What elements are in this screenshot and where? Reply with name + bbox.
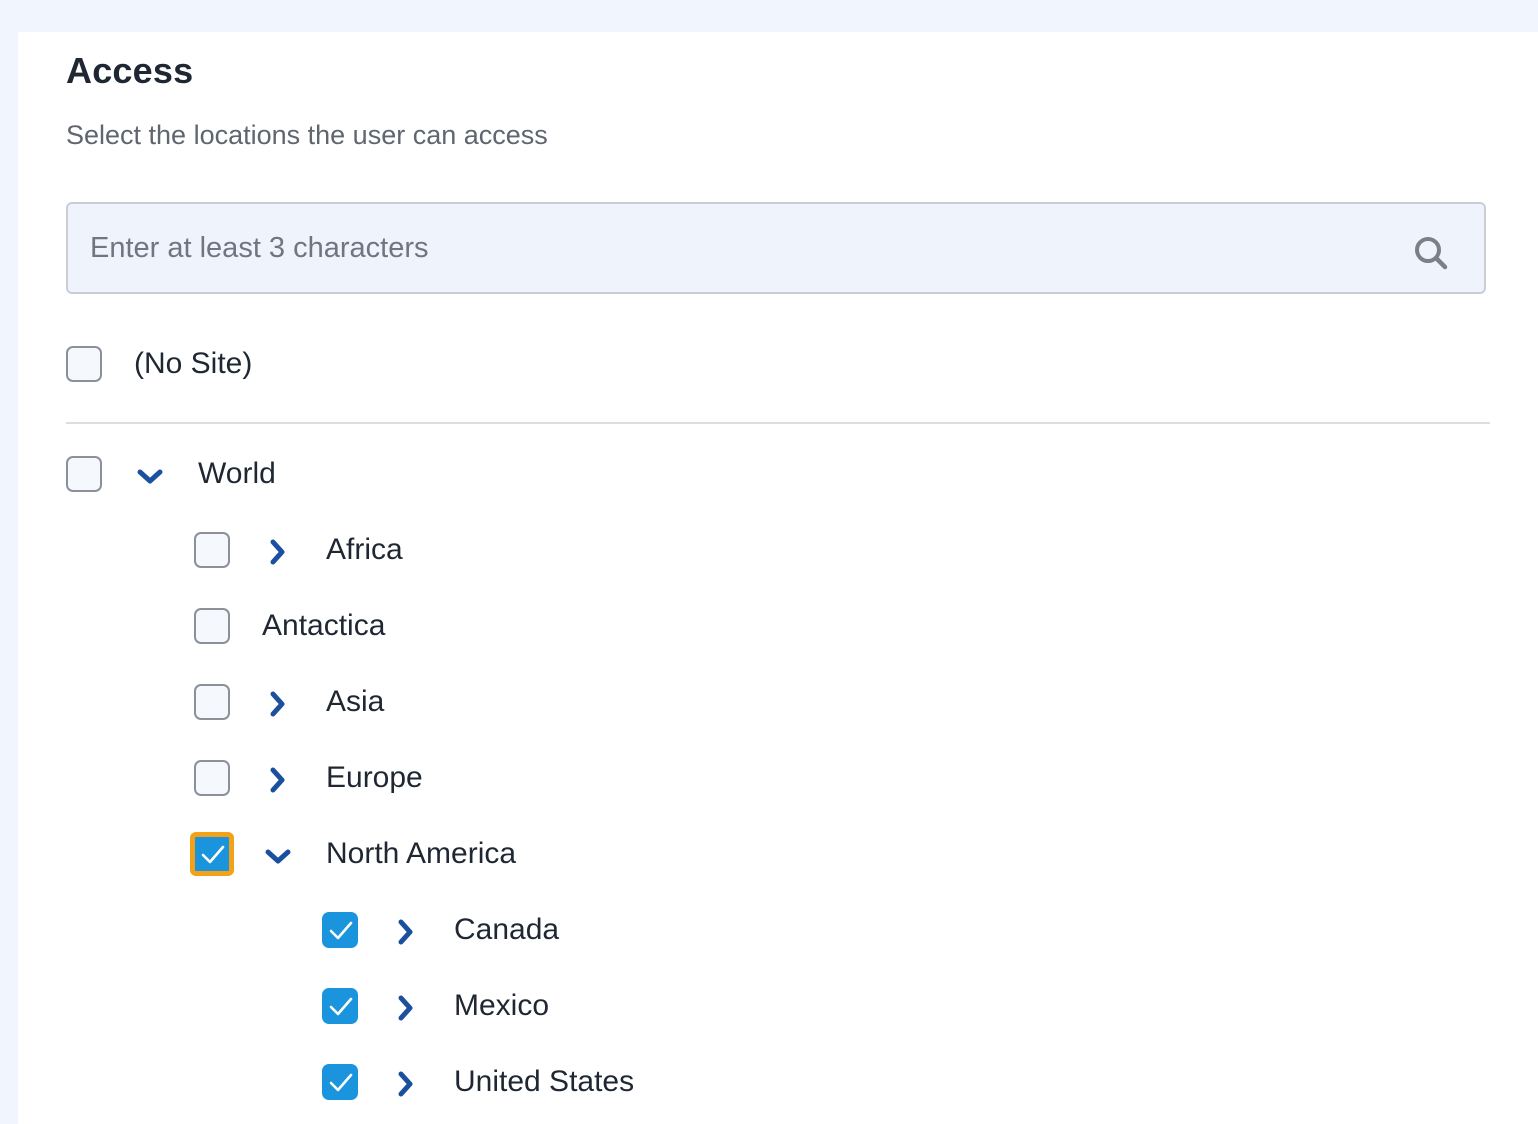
- no-site-row[interactable]: (No Site): [66, 346, 466, 386]
- tree-node-united-states: United States: [322, 1064, 722, 1104]
- chevron-right-icon[interactable]: [390, 916, 422, 948]
- europe-checkbox[interactable]: [194, 760, 230, 796]
- tree-node-label: United States: [454, 1065, 635, 1098]
- tree-node-label: World: [198, 457, 276, 490]
- africa-checkbox[interactable]: [194, 532, 230, 568]
- access-panel: Access Select the locations the user can…: [18, 32, 1538, 1124]
- chevron-down-icon[interactable]: [134, 460, 166, 492]
- north-america-checkbox[interactable]: [190, 832, 234, 876]
- tree-node-label: Mexico: [454, 989, 550, 1022]
- chevron-right-icon[interactable]: [262, 536, 294, 568]
- antarctica-checkbox[interactable]: [194, 608, 230, 644]
- asia-checkbox[interactable]: [194, 684, 230, 720]
- tree-node-label: Asia: [326, 685, 385, 718]
- divider: [66, 422, 1490, 424]
- chevron-right-icon[interactable]: [390, 1068, 422, 1100]
- tree-node-africa: Africa: [194, 532, 594, 572]
- mexico-checkbox[interactable]: [322, 988, 358, 1024]
- tree-node-north-america: North America: [190, 832, 694, 876]
- checkmark-icon: [329, 997, 353, 1016]
- search-box: [66, 202, 1486, 294]
- tree-node-label: Canada: [454, 913, 560, 946]
- tree-node-asia: Asia: [194, 684, 594, 724]
- chevron-down-icon[interactable]: [262, 840, 294, 872]
- tree-node-antarctica: Antactica: [194, 608, 594, 648]
- tree-node-label: Africa: [326, 533, 403, 566]
- tree-node-label: Europe: [326, 761, 423, 794]
- checkmark-icon: [329, 1073, 353, 1092]
- tree-node-europe: Europe: [194, 760, 594, 800]
- search-icon[interactable]: [1412, 234, 1450, 272]
- chevron-right-icon[interactable]: [390, 992, 422, 1024]
- search-input[interactable]: [90, 204, 1390, 292]
- checkmark-icon: [329, 921, 353, 940]
- chevron-right-icon[interactable]: [262, 764, 294, 796]
- no-site-label: (No Site): [134, 347, 253, 380]
- tree-node-world: World: [66, 456, 466, 496]
- world-checkbox[interactable]: [66, 456, 102, 492]
- united-states-checkbox[interactable]: [322, 1064, 358, 1100]
- tree-node-mexico: Mexico: [322, 988, 722, 1028]
- tree-node-canada: Canada: [322, 912, 722, 952]
- page-title: Access: [66, 50, 194, 91]
- chevron-right-icon[interactable]: [262, 688, 294, 720]
- canada-checkbox[interactable]: [322, 912, 358, 948]
- tree-node-label: Antactica: [262, 609, 386, 642]
- page-subtitle: Select the locations the user can access: [66, 120, 548, 150]
- no-site-checkbox[interactable]: [66, 346, 102, 382]
- checkmark-icon: [201, 845, 225, 864]
- tree-node-label: North America: [326, 837, 517, 870]
